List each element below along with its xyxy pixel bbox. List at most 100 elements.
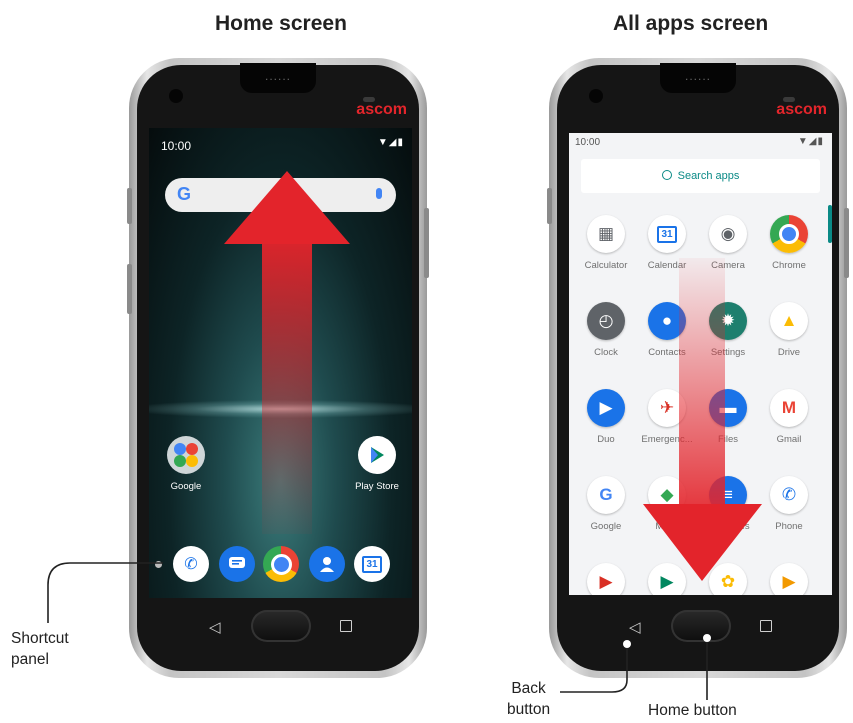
volume-button[interactable] (127, 188, 132, 224)
status-bar: 10:00 ▼◢▮ (569, 133, 832, 155)
home-screen-heading: Home screen (215, 12, 347, 35)
home-app-google[interactable]: Google (154, 436, 218, 492)
app-label: Play Store (355, 481, 399, 492)
app-label: Messages (706, 521, 750, 532)
recents-button[interactable] (760, 620, 772, 632)
app-chrome[interactable]: Chrome (757, 215, 821, 271)
gmail-icon: M (770, 389, 808, 427)
app-contacts[interactable]: ● Contacts (635, 302, 699, 358)
side-button-right[interactable] (424, 208, 429, 278)
app-google[interactable]: G Google (574, 476, 638, 532)
files-icon: ▬ (709, 389, 747, 427)
maps-icon: ◆ (648, 476, 686, 514)
app-label: Emergenc... (641, 434, 693, 445)
microphone-icon[interactable] (376, 188, 382, 199)
drive-icon: ▲ (770, 302, 808, 340)
search-apps-field[interactable]: Search apps (581, 159, 820, 193)
home-app-play-store[interactable]: Play Store (345, 436, 409, 492)
recents-button[interactable] (340, 620, 352, 632)
volume-button[interactable] (547, 188, 552, 224)
status-time: 10:00 (161, 139, 192, 153)
google-folder-icon (167, 436, 205, 474)
phone-home-screen: ...... ascom 10:00 ▼◢▮ G Google Play Sto… (127, 58, 429, 678)
calendar-day: 31 (657, 225, 677, 243)
phone-icon[interactable]: ✆ (173, 546, 209, 582)
contacts-icon[interactable] (309, 546, 345, 582)
messages-icon: ≡ (709, 476, 747, 514)
app-label: Phone (775, 521, 803, 532)
app-label: Calendar (647, 260, 687, 271)
app-label: Chrome (772, 260, 806, 271)
app-label: Contacts (648, 347, 686, 358)
duo-icon: ▶ (587, 389, 625, 427)
calculator-icon: ▦ (587, 215, 625, 253)
chrome-icon (770, 215, 808, 253)
navigation-bar: ◁ (569, 606, 832, 652)
app-gmail[interactable]: M Gmail (757, 389, 821, 445)
app-phone[interactable]: ✆ Phone (757, 476, 821, 532)
home-button[interactable] (250, 610, 311, 642)
all-apps-display: 10:00 ▼◢▮ Search apps ▦ Calculator 31 Calen… (569, 133, 832, 595)
search-icon (661, 170, 672, 180)
app-label: Google (590, 521, 622, 532)
home-screen-display: 10:00 ▼◢▮ G Google Play Store ✆ 31 (149, 128, 412, 598)
app-label: Maps (655, 521, 679, 532)
all-apps-screen-heading: All apps screen (613, 12, 769, 35)
camera-icon: ◉ (709, 215, 747, 253)
play-movies-icon: ▶ (587, 563, 625, 595)
play-store-icon (358, 436, 396, 474)
app-label: Google (170, 481, 202, 492)
play-store-icon: ▶ (648, 563, 686, 595)
app-label: Drive (777, 347, 801, 358)
app-messages[interactable]: ≡ Messages (696, 476, 760, 532)
status-bar: 10:00 ▼◢▮ (149, 128, 412, 156)
app-calendar[interactable]: 31 Calendar (635, 215, 699, 271)
home-button-callout: Home button (648, 702, 737, 719)
app-duo[interactable]: ▶ Duo (574, 389, 638, 445)
app-play-store[interactable]: ▶ (635, 563, 699, 595)
calendar-day: 31 (362, 555, 382, 573)
play-games-icon: ▶ (770, 563, 808, 595)
side-button[interactable] (127, 264, 132, 314)
app-files[interactable]: ▬ Files (696, 389, 760, 445)
earpiece-speaker: ...... (660, 63, 736, 93)
status-time: 10:00 (575, 137, 601, 148)
app-label: Settings (710, 347, 746, 358)
app-emergenc[interactable]: ✈ Emergenc... (635, 389, 699, 445)
calendar-icon: 31 (648, 215, 686, 253)
home-button[interactable] (670, 610, 731, 642)
app-maps[interactable]: ◆ Maps (635, 476, 699, 532)
emergency-icon: ✈ (648, 389, 686, 427)
app-camera[interactable]: ◉ Camera (696, 215, 760, 271)
app-label: Camera (711, 260, 745, 271)
search-apps-placeholder: Search apps (677, 170, 740, 182)
calendar-icon[interactable]: 31 (354, 546, 390, 582)
messages-icon[interactable] (219, 546, 255, 582)
settings-icon: ✹ (709, 302, 747, 340)
back-button[interactable]: ◁ (209, 618, 221, 636)
app-drive[interactable]: ▲ Drive (757, 302, 821, 358)
chrome-icon[interactable] (263, 546, 299, 582)
status-icons: ▼◢▮ (797, 136, 824, 147)
app-settings[interactable]: ✹ Settings (696, 302, 760, 358)
back-button[interactable]: ◁ (629, 618, 641, 636)
shortcut-panel-handle[interactable] (155, 561, 162, 568)
brand-logo: ascom (776, 101, 827, 118)
shortcut-panel-callout: Shortcut panel (11, 630, 69, 668)
app-calculator[interactable]: ▦ Calculator (574, 215, 638, 271)
app-label: Gmail (776, 434, 802, 445)
app-play-games[interactable]: ▶ (757, 563, 821, 595)
phone-icon: ✆ (770, 476, 808, 514)
scrollbar-thumb[interactable] (828, 205, 832, 243)
photos-icon: ✿ (709, 563, 747, 595)
google-search-bar[interactable]: G (165, 178, 396, 212)
app-play-movies[interactable]: ▶ (574, 563, 638, 595)
back-button-callout: Back button (507, 680, 551, 718)
phone-all-apps-screen: ...... ascom 10:00 ▼◢▮ Search apps ▦ Calc… (547, 58, 849, 678)
app-label: Files (717, 434, 739, 445)
status-icons: ▼◢▮ (377, 137, 404, 148)
side-button-right[interactable] (844, 208, 849, 278)
app-photos[interactable]: ✿ (696, 563, 760, 595)
app-clock[interactable]: ◴ Clock (574, 302, 638, 358)
app-label: Calculator (584, 260, 628, 271)
